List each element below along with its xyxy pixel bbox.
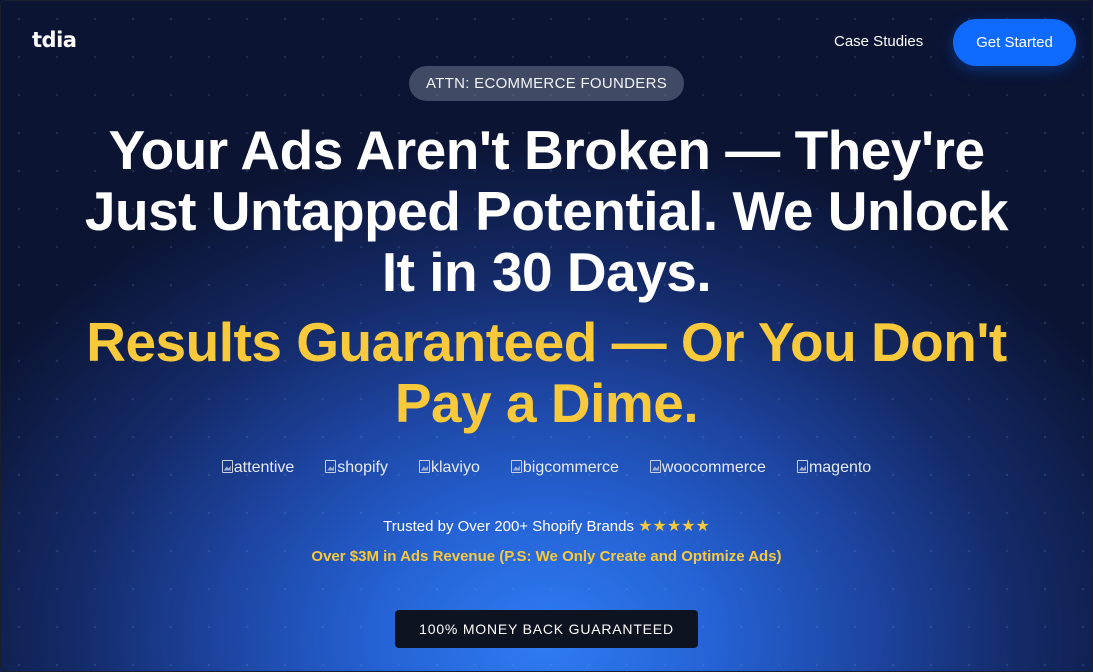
partner-logo-label: shopify <box>337 459 388 476</box>
partner-logo-woocommerce: woocommerce <box>649 459 766 477</box>
money-back-badge: 100% MONEY BACK GUARANTEED <box>395 610 698 648</box>
subheadline-line-1: Results Guaranteed — Or You Don't <box>86 311 1007 373</box>
headline-line-2: Just Untapped Potential. We Unlock <box>84 180 1009 242</box>
partner-logo-attentive: attentive <box>221 459 295 477</box>
partner-logo-shopify: shopify <box>325 459 388 477</box>
hero-subheadline: Results Guaranteed — Or You Don't Pay a … <box>40 312 1053 434</box>
partner-logo-klaviyo: klaviyo <box>418 459 480 477</box>
star-icon: ★★★★★ <box>638 518 710 535</box>
nav-case-studies[interactable]: Case Studies <box>834 33 923 50</box>
brand-logo[interactable]: tdia <box>32 28 77 52</box>
broken-image-icon <box>649 459 661 473</box>
broken-image-icon <box>221 459 233 473</box>
partner-logo-bigcommerce: bigcommerce <box>510 459 619 477</box>
broken-image-icon <box>796 459 808 473</box>
partner-logo-magento: magento <box>796 459 872 477</box>
partner-logo-label: attentive <box>233 459 295 476</box>
get-started-button[interactable]: Get Started <box>953 19 1076 66</box>
partner-logo-label: woocommerce <box>661 459 766 476</box>
partner-logos: attentive shopify klaviyo bigcommerce wo… <box>0 459 1093 477</box>
partner-logo-label: magento <box>808 459 872 476</box>
headline-line-1: Your Ads Aren't Broken — They're <box>108 119 985 181</box>
attn-badge: ATTN: ECOMMERCE FOUNDERS <box>409 66 684 101</box>
broken-image-icon <box>325 459 337 473</box>
headline-line-3: It in 30 Days. <box>381 241 712 303</box>
partner-logo-label: bigcommerce <box>522 459 619 476</box>
broken-image-icon <box>418 459 430 473</box>
partner-logo-label: klaviyo <box>430 459 480 476</box>
hero-headline: Your Ads Aren't Broken — They're Just Un… <box>40 120 1053 303</box>
revenue-line: Over $3M in Ads Revenue (P.S: We Only Cr… <box>311 548 782 565</box>
trusted-text: Trusted by Over 200+ Shopify Brands <box>383 518 634 535</box>
trusted-by-line: Trusted by Over 200+ Shopify Brands ★★★★… <box>0 516 1093 536</box>
broken-image-icon <box>510 459 522 473</box>
subheadline-line-2: Pay a Dime. <box>394 372 699 434</box>
